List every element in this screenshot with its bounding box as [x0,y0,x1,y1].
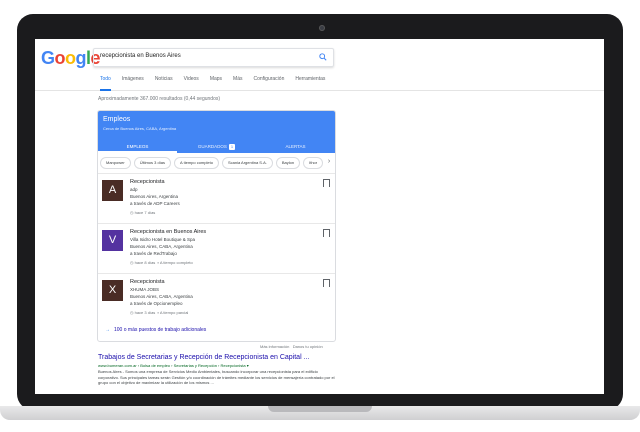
jobs-title[interactable]: Empleos [103,116,130,123]
feedback-links: Más información Danos tu opinión [260,344,323,349]
search-icon[interactable] [319,53,327,61]
company-avatar: X [102,280,123,301]
search-tabs: Todo Imágenes Noticias Videos Maps Más C… [100,76,336,91]
job-card[interactable]: A Recepcionista adp Buenos Aires, Argent… [98,173,335,223]
jobs-location: Cerca de Buenos Aires, CABA, Argentina [103,126,177,131]
job-age: ◷ hace 7 días [130,210,156,215]
bookmark-icon[interactable] [323,179,330,187]
laptop-notch [268,406,372,412]
chip-ithor[interactable]: Ithor [303,157,324,169]
search-header: Google recepcionista en Buenos Aires Tod… [35,39,604,91]
job-card[interactable]: V Recepcionista en Buenos Aires Villa Is… [98,223,335,273]
filter-chips: Manpower Últimos 3 días A tiempo complet… [100,157,333,169]
job-company: XHUMA JOBS [130,287,160,292]
webcam [319,25,325,31]
briefcase-icon: ▪ [157,310,159,315]
more-jobs-link[interactable]: → 100 o más puestos de trabajo adicionale… [105,327,206,333]
job-title: Recepcionista en Buenos Aires [130,229,207,235]
tab-mas[interactable]: Más [233,76,242,89]
tab-todo[interactable]: Todo [100,76,111,91]
more-jobs-label: 100 o más puestos de trabajo adicionales [114,327,207,333]
job-via: a través de Opcionempleo [130,301,183,306]
company-avatar: V [102,230,123,251]
browser-screen: Google recepcionista en Buenos Aires Tod… [35,39,604,394]
job-card[interactable]: X Recepcionista XHUMA JOBS Buenos Aires,… [98,273,335,323]
job-via: a través de RedTrabajo [130,251,177,256]
search-input[interactable]: recepcionista en Buenos Aires [93,48,334,67]
job-age-text: hace 7 días [134,210,156,215]
result-title[interactable]: Trabajos de Secretarias y Recepción de R… [98,354,338,361]
tab-configuracion[interactable]: Configuración [254,76,285,89]
tab-videos[interactable]: Videos [184,76,199,89]
tab-noticias[interactable]: Noticias [155,76,173,89]
tab-guardados-label: GUARDADOS [197,144,227,149]
job-type: A tiempo completo [159,260,193,265]
job-age: ◷ hace 3 días ▪ A tiempo parcial [130,310,189,315]
jobs-tabs: EMPLEOS GUARDADOS 1 ALERTAS [98,142,335,153]
job-via: a través de ADP Careers [130,201,180,206]
job-location: Buenos Aires, CABA, Argentina [130,294,193,299]
tab-empleos-label: EMPLEOS [126,144,149,149]
job-title: Recepcionista [130,179,165,185]
search-result: Trabajos de Secretarias y Recepción de R… [98,354,338,386]
chip-scania[interactable]: Scania Argentina S.A. [221,157,273,169]
tab-alertas-label: ALERTAS [285,144,306,149]
bookmark-icon[interactable] [323,229,330,237]
arrow-right-icon: → [105,327,110,333]
job-title: Recepcionista [130,279,165,285]
job-age-text: hace 3 días [134,310,156,315]
tab-herramientas[interactable]: Herramientas [295,76,325,89]
jobs-panel: Empleos Cerca de Buenos Aires, CABA, Arg… [97,110,336,342]
job-age: ◷ hace 8 días ▪ A tiempo completo [130,260,193,265]
tab-maps[interactable]: Maps [210,76,222,89]
chip-manpower[interactable]: Manpower [100,157,131,169]
result-snippet: Buenos Aires - Somos una empresa de Serv… [98,369,335,385]
job-age-text: hace 8 días [134,260,156,265]
jobs-header: Empleos Cerca de Buenos Aires, CABA, Arg… [98,111,335,142]
bookmark-icon[interactable] [323,279,330,287]
chevron-right-icon[interactable]: › [324,158,334,165]
chip-ultimos-3-dias[interactable]: Últimos 3 días [133,157,172,169]
result-url[interactable]: www.bumeran.com.ar › Bolsa de empleo › S… [98,363,338,368]
tab-imagenes[interactable]: Imágenes [122,76,144,89]
more-info-link[interactable]: Más información [260,344,289,349]
tab-empleos[interactable]: EMPLEOS [98,142,177,153]
chip-baylon[interactable]: Baylon [275,157,301,169]
tab-alertas[interactable]: ALERTAS [256,142,335,153]
tab-guardados[interactable]: GUARDADOS 1 [177,142,256,153]
job-location: Buenos Aires, Argentina [130,194,179,199]
result-stats: Aproximadamente 367.000 resultados (0,44… [98,96,221,102]
company-avatar: A [102,180,123,201]
job-type: A tiempo parcial [159,310,189,315]
feedback-link[interactable]: Danos tu opinión [293,344,323,349]
saved-count-badge: 1 [228,144,236,150]
chip-tiempo-completo[interactable]: A tiempo completo [174,157,219,169]
briefcase-icon: ▪ [157,260,159,265]
job-location: Buenos Aires, CABA, Argentina [130,244,193,249]
job-company: Villa Isidro Hotel Boutique & Spa [130,237,195,242]
job-company: adp [130,187,138,192]
search-query: recepcionista en Buenos Aires [100,53,181,59]
google-logo[interactable]: Google [41,48,101,69]
